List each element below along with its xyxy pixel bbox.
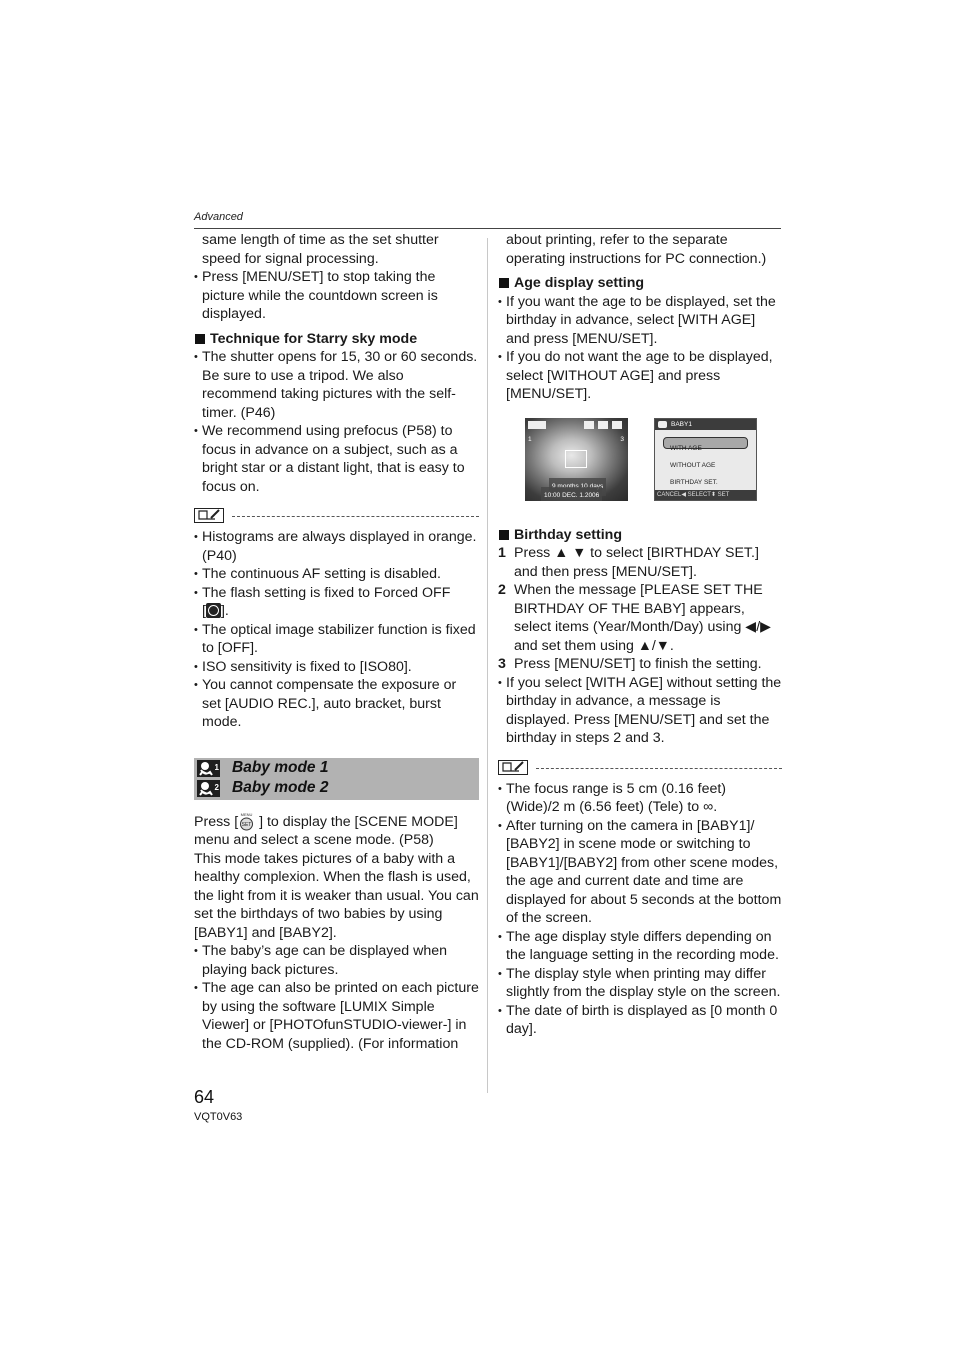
column-divider	[487, 238, 488, 1093]
bullet-countdown: Press [MENU/SET] to stop taking the pict…	[194, 268, 479, 324]
note-text: The flash setting is fixed to Forced OFF	[202, 584, 451, 601]
section-label: Advanced	[194, 211, 243, 223]
menu-header: BABY1	[655, 418, 756, 430]
age-heading: Age display setting	[498, 274, 782, 293]
baby-mode-indicator: 1	[528, 435, 532, 443]
bracket-close: ].	[220, 603, 229, 619]
starry-heading: Technique for Starry sky mode	[194, 330, 479, 349]
step-2: 2 When the message [PLEASE SET THE BIRTHD…	[498, 581, 782, 655]
menu-footer: CANCEL◀ SELECT⬍ SET	[655, 489, 756, 500]
continuation: about printing, refer to the separate op…	[506, 232, 767, 267]
note-separator	[498, 759, 782, 778]
note-bullet: The age display style differs depending …	[498, 928, 782, 965]
baby-mode-2-icon: 2	[197, 780, 220, 797]
intro-line-2: speed for signal processing.	[202, 250, 379, 267]
right-column: about printing, refer to the separate op…	[498, 231, 782, 1039]
focus-frame	[565, 449, 587, 468]
baby-mode-1-icon: 1	[197, 760, 220, 777]
flash-off-icon	[205, 603, 221, 618]
page-number: 64	[194, 1087, 215, 1107]
svg-text:SET: SET	[242, 822, 252, 828]
note-bullet: The continuous AF setting is disabled.	[194, 565, 479, 584]
step-number: 1	[498, 545, 506, 561]
note-bullet: After turning on the camera in [BABY1]/ …	[498, 817, 782, 928]
menu-option[interactable]: WITH AGE	[670, 440, 702, 459]
dashed-line	[232, 516, 479, 517]
starry-heading-text: Technique for Starry sky mode	[210, 330, 418, 347]
shot-count: 3	[620, 435, 624, 443]
note-separator	[194, 508, 479, 526]
starry-bullet: We recommend using prefocus (P58) to foc…	[194, 422, 479, 496]
square-bullet-icon	[499, 529, 509, 540]
mode-title: Baby mode 1	[232, 759, 329, 777]
step-text: Press ▲ ▼ to select [BIRTHDAY SET.] and …	[514, 545, 759, 580]
step-3: 3 Press [MENU/SET] to finish the setting.	[498, 655, 782, 674]
age-bullet: If you want the age to be displayed, set…	[498, 293, 782, 349]
header-rule	[194, 228, 781, 229]
press-menu-paragraph: Press [MENU SET ] to display the [SCENE M…	[194, 812, 479, 850]
step-1: 1 Press ▲ ▼ to select [BIRTHDAY SET.] and…	[498, 544, 782, 581]
mode-number: 2	[214, 783, 219, 792]
date-display: 10:00 DEC. 1.2006	[541, 486, 603, 501]
svg-text:MENU: MENU	[241, 812, 253, 817]
mode-line-1: 1 Baby mode 1	[197, 759, 329, 778]
baby-bullet: The age can also be printed on each pict…	[194, 979, 479, 1053]
starry-bullet: The shutter opens for 15, 30 or 60 secon…	[194, 348, 479, 422]
mode-icons	[528, 420, 546, 429]
step-text: Press [MENU/SET] to finish the setting.	[514, 656, 762, 672]
step-bullet: If you select [WITH AGE] without setting…	[498, 674, 782, 748]
birthday-heading: Birthday setting	[498, 526, 782, 545]
note-bullet: The date of birth is displayed as [0 mon…	[498, 1002, 782, 1039]
age-bullet: If you do not want the age to be display…	[498, 348, 782, 404]
note-bullet: The display style when printing may diff…	[498, 965, 782, 1002]
menu-option[interactable]: WITHOUT AGE	[670, 457, 715, 476]
mode-title: Baby mode 2	[232, 779, 329, 797]
step-number: 3	[498, 656, 506, 672]
note-bullet: The optical image stabilizer function is…	[194, 621, 479, 658]
note-book-icon	[498, 759, 528, 775]
baby-menu-screen: BABY1 WITH AGE WITHOUT AGE BIRTHDAY SET.…	[654, 417, 757, 501]
note-bullet: Histograms are always displayed in orang…	[194, 528, 479, 565]
mode-banner: 1 Baby mode 1 2 Baby mode 2	[194, 757, 479, 800]
note-book-icon	[194, 508, 224, 523]
model-code: VQT0V63	[194, 1111, 243, 1123]
mode-line-2: 2 Baby mode 2	[197, 779, 329, 798]
menu-title: BABY1	[671, 420, 692, 428]
birthday-heading-text: Birthday setting	[514, 526, 622, 543]
playback-screen: 1 3 9 months 10 days 10:00 DEC. 1.2006	[525, 417, 628, 501]
baby-icon	[658, 420, 667, 428]
note-bullet: The flash setting is fixed to Forced OFF…	[194, 584, 479, 621]
mode-number: 1	[214, 763, 219, 772]
left-column: same length of time as the set shutter s…	[194, 231, 479, 1053]
step-text: When the message [PLEASE SET THE BIRTHDA…	[514, 582, 772, 654]
menu-set-button-icon: MENU SET	[238, 812, 255, 831]
baby-bullet: The baby’s age can be displayed when pla…	[194, 942, 479, 979]
description: This mode takes pictures of a baby with …	[194, 850, 479, 941]
note-bullet: You cannot compensate the exposure or se…	[194, 676, 479, 732]
note-bullet: The focus range is 5 cm (0.16 feet) (Wid…	[498, 780, 782, 817]
screen-illustrations: 1 3 9 months 10 days 10:00 DEC. 1.2006 B…	[498, 417, 782, 518]
square-bullet-icon	[499, 278, 509, 288]
note-bullet: ISO sensitivity is fixed to [ISO80].	[194, 658, 479, 677]
status-icons	[584, 420, 624, 429]
age-heading-text: Age display setting	[514, 275, 645, 291]
intro-line-1: same length of time as the set shutter	[202, 232, 439, 248]
square-bullet-icon	[195, 333, 205, 344]
dashed-line	[536, 767, 782, 769]
press-prefix: Press [	[194, 813, 239, 830]
step-number: 2	[498, 582, 506, 598]
